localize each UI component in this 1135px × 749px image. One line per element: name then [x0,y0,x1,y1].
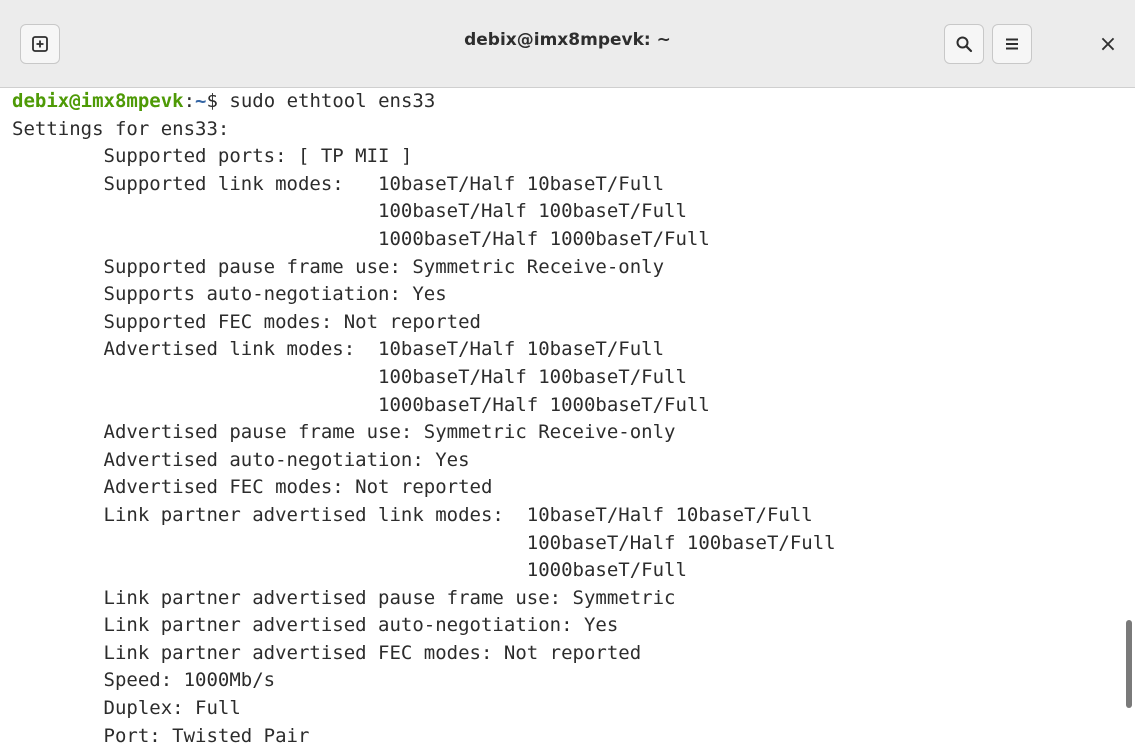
close-button[interactable]: × [1090,26,1126,62]
output-line: 1000baseT/Full [12,559,687,582]
output-line: Link partner advertised pause frame use:… [12,586,676,609]
new-tab-icon [32,36,48,52]
output-line: Duplex: Full [12,697,241,720]
output-line: Link partner advertised auto-negotiation… [12,614,619,637]
prompt-user-host: debix@imx8mpevk [12,90,184,112]
output-line: Supported pause frame use: Symmetric Rec… [12,255,665,278]
output-line: Supports auto-negotiation: Yes [12,283,447,306]
output-line: Supported FEC modes: Not reported [12,310,482,333]
output-line: Link partner advertised link modes: 10ba… [12,503,813,526]
output-line: Supported ports: [ TP MII ] [12,145,413,168]
output-line: 100baseT/Half 100baseT/Full [12,365,687,388]
prompt-symbol: $ [206,90,230,112]
output-line: 1000baseT/Half 1000baseT/Full [12,227,710,250]
menu-button[interactable] [992,24,1032,64]
search-button[interactable] [944,24,984,64]
output-line: Settings for ens33: [12,117,230,140]
output-line: Supported link modes: 10baseT/Half 10bas… [12,172,665,195]
output-line: Advertised auto-negotiation: Yes [12,448,470,471]
output-line: Port: Twisted Pair [12,724,310,747]
output-line: Speed: 1000Mb/s [12,669,276,692]
title-bar: debix@imx8mpevk: ~ × [0,0,1135,88]
prompt-path: ~ [195,90,207,112]
scrollbar-thumb[interactable] [1126,620,1132,708]
search-icon [956,36,973,53]
prompt-separator: : [183,90,196,112]
terminal-output[interactable]: debix@imx8mpevk:~$ sudo ethtool ens33 Se… [0,88,1120,749]
hamburger-menu-icon [1006,38,1018,50]
output-line: Advertised FEC modes: Not reported [12,476,493,499]
output-line: 100baseT/Half 100baseT/Full [12,531,836,554]
output-line: Advertised pause frame use: Symmetric Re… [12,421,676,444]
output-line: Link partner advertised FEC modes: Not r… [12,641,642,664]
output-line: 1000baseT/Half 1000baseT/Full [12,393,710,416]
output-line: 100baseT/Half 100baseT/Full [12,200,687,223]
close-icon: × [1098,31,1118,57]
output-line: Advertised link modes: 10baseT/Half 10ba… [12,338,665,361]
terminal-window: debix@imx8mpevk: ~ × debix@imx8mpevk:~$ … [0,0,1135,749]
prompt-command: sudo ethtool ens33 [229,90,436,112]
window-title: debix@imx8mpevk: ~ [464,30,671,50]
command-output: Settings for ens33: Supported ports: [ T… [12,116,1120,749]
prompt-line: debix@imx8mpevk:~$ sudo ethtool ens33 [12,88,1120,116]
new-tab-button[interactable] [20,24,60,64]
